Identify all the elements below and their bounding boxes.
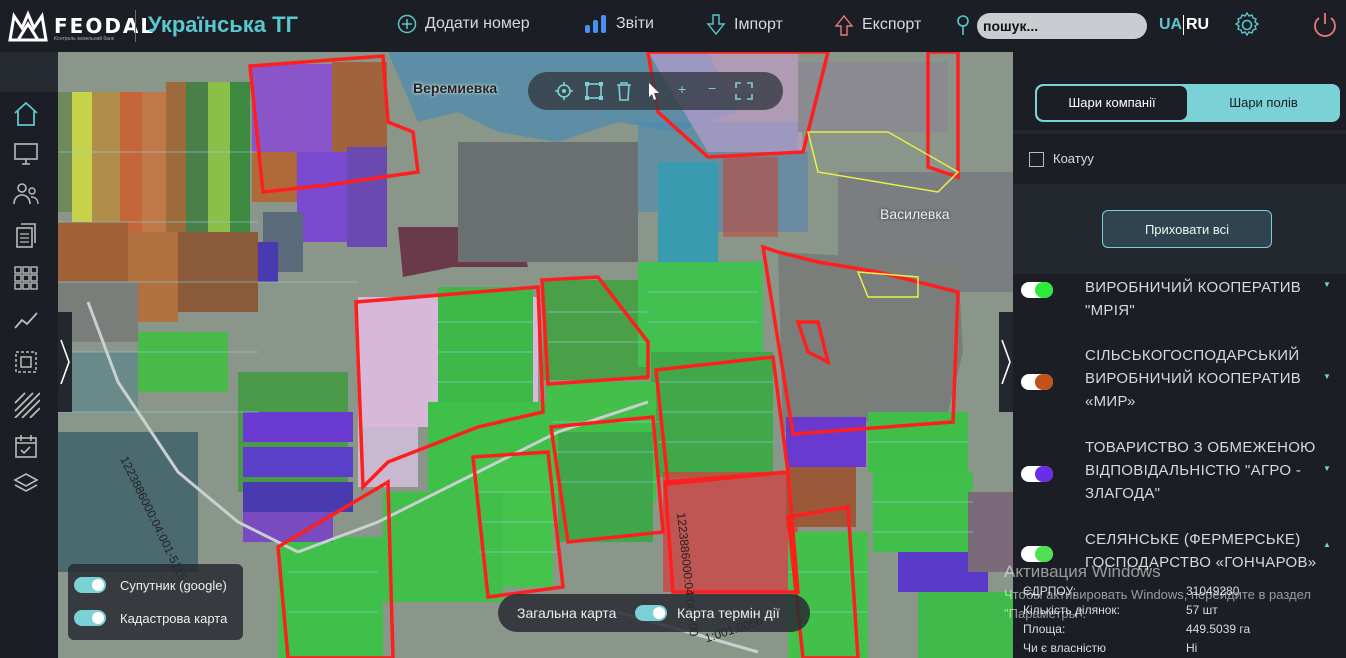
location-pin-icon[interactable] [955,14,971,36]
general-map-label: Загальна карта [517,605,617,621]
field-strips-top-left [58,82,258,412]
crown-icon [8,10,48,42]
satellite-toggle-label: Супутник (google) [120,578,227,593]
lang-divider [1183,15,1184,35]
tab-field-layers[interactable]: Шари полів [1187,84,1340,122]
add-number-button[interactable]: Додати номер [397,14,530,34]
koatuu-checkbox[interactable] [1029,152,1044,167]
base-layers-box: Супутник (google) Кадастрова карта [68,564,243,640]
stat-value: 449.5039 га [1186,622,1251,636]
select-area-icon[interactable] [12,348,40,376]
lang-ua[interactable]: UA [1159,16,1182,34]
windows-activation-text: Чтобы активировать Windows, перейдите в … [1004,587,1311,621]
sidebar-top-band [0,52,58,92]
chevron-down-icon[interactable]: ▼ [1323,464,1331,473]
company-name: ТОВАРИСТВО З ОБМЕЖЕНОЮ ВІДПОВІДАЛЬНІСТЮ "… [1085,439,1316,502]
home-icon[interactable] [12,100,40,128]
hide-all-button[interactable]: Приховати всі [1102,210,1272,248]
map-mode-toggle[interactable] [635,605,667,621]
monitor-icon[interactable] [12,140,40,168]
hatch-icon[interactable] [12,390,40,418]
layers-icon[interactable] [12,470,40,498]
cadastral-toggle-label: Кадастрова карта [120,611,228,626]
chevron-right-icon [1001,339,1011,385]
chevron-right-icon [60,339,70,385]
koatuu-row: Коатуу [1013,134,1346,184]
map-toolbar: + − [528,72,783,110]
grid-icon[interactable] [12,264,40,292]
gear-icon[interactable] [1233,11,1261,39]
map-view[interactable]: Веремиевка Василевка 1223886000:04:001-5… [58,52,1013,658]
map-mode-switch: Загальна карта Карта термін дії [498,594,810,632]
add-number-label: Додати номер [425,15,530,32]
chevron-down-icon[interactable]: ▼ [1323,280,1331,289]
chevron-up-icon[interactable]: ▲ [1323,540,1331,549]
brand-divider [135,10,136,42]
export-label: Експорт [862,16,922,33]
import-label: Імпорт [734,16,783,33]
company-toggle[interactable] [1021,466,1053,482]
select-rect-icon[interactable] [584,81,604,101]
documents-icon[interactable] [12,222,40,250]
village-label-vasylivka: Василевка [880,206,950,222]
zoom-in-icon[interactable]: + [678,81,686,97]
bar-chart-icon [585,15,606,33]
company-toggle[interactable] [1021,282,1053,298]
expand-left-button[interactable] [58,312,72,412]
company-name: ВИРОБНИЧИЙ КООПЕРАТИВ "МРІЯ" [1085,279,1302,319]
reports-label: Звіти [616,15,654,32]
chevron-down-icon[interactable]: ▼ [1323,372,1331,381]
import-button[interactable]: Імпорт [706,14,783,36]
term-map-label: Карта термін дії [677,605,780,621]
lang-ru[interactable]: RU [1186,16,1209,34]
logo-subtitle: Контроль земельний банк [54,36,114,42]
stat-label: Чи є власністю [1023,641,1107,655]
windows-activation-title: Активация Windows [1004,562,1161,581]
company-toggle[interactable] [1021,374,1053,390]
plus-circle-icon [397,14,417,34]
feodal-logo[interactable]: FEODAL Контроль земельний банк [8,10,153,44]
calendar-check-icon[interactable] [12,432,40,460]
export-icon [834,14,854,36]
koatuu-label: Коатуу [1053,151,1094,166]
company-toggle[interactable] [1021,546,1053,562]
import-icon [706,14,726,36]
tab-company-layers[interactable]: Шари компанії [1037,86,1187,120]
zoom-out-icon[interactable]: − [708,80,716,96]
stat-label: Площа: [1023,622,1066,636]
reports-button[interactable]: Звіти [584,14,654,34]
cadastral-toggle[interactable] [74,610,106,626]
power-icon[interactable] [1312,11,1338,39]
company-name: СІЛЬСЬКОГОСПОДАРСЬКИЙ ВИРОБНИЧИЙ КООПЕРАТ… [1085,347,1302,410]
brand-title: Українська ТГ [148,12,299,37]
cursor-icon[interactable] [646,81,662,101]
satellite-toggle[interactable] [74,577,106,593]
locate-icon[interactable] [554,81,574,101]
export-button[interactable]: Експорт [834,14,921,36]
expand-right-button[interactable] [999,312,1013,412]
fullscreen-icon[interactable] [734,81,754,101]
stat-value: Ні [1186,641,1198,655]
users-icon[interactable] [12,180,40,208]
top-bar: FEODAL Контроль земельний банк Українськ… [0,0,1346,52]
trend-icon[interactable] [12,306,40,334]
panel-tabs: Шари компанії Шари полів [1035,84,1340,122]
sidebar [0,92,52,658]
trash-icon[interactable] [615,81,633,101]
logo-text: FEODAL [54,14,156,38]
village-label-veremiivka: Веремиевка [413,80,498,96]
search-input[interactable]: пошук... [977,13,1147,39]
